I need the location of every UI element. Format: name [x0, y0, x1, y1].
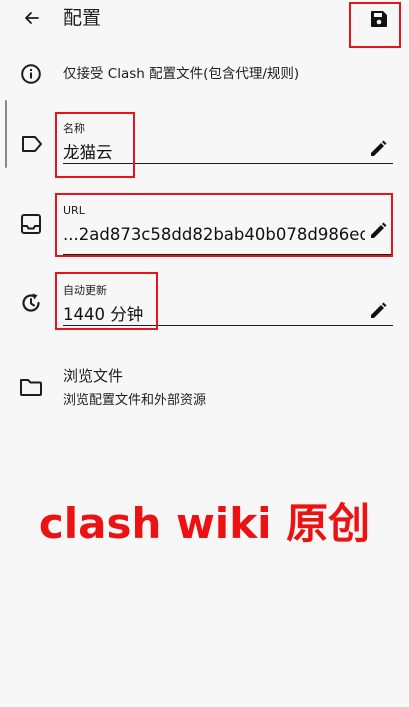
- inbox-icon: [19, 212, 43, 240]
- page-title: 配置: [63, 7, 102, 29]
- pencil-icon: [371, 140, 387, 156]
- browse-files-subtitle: 浏览配置文件和外部资源: [63, 393, 207, 408]
- back-button[interactable]: [18, 6, 46, 30]
- edit-auto-update-button[interactable]: [367, 300, 389, 322]
- browse-files-title: 浏览文件: [63, 367, 124, 385]
- edit-name-button[interactable]: [367, 138, 389, 160]
- auto-update-highlight-box: [55, 272, 158, 330]
- name-highlight-box: [55, 112, 135, 178]
- watermark-text: clash wiki 原创: [38, 499, 371, 548]
- tag-icon: [20, 133, 44, 159]
- folder-icon: [18, 376, 44, 402]
- scrollbar-thumb[interactable]: [5, 100, 7, 168]
- update-clock-icon: [19, 291, 43, 319]
- pencil-icon: [371, 302, 387, 318]
- url-highlight-box: [55, 193, 393, 257]
- info-circle-icon: [20, 63, 42, 89]
- arrow-left-icon: [25, 12, 39, 24]
- save-highlight-box: [349, 2, 401, 48]
- notice-text: 仅接受 Clash 配置文件(包含代理/规则): [63, 66, 300, 82]
